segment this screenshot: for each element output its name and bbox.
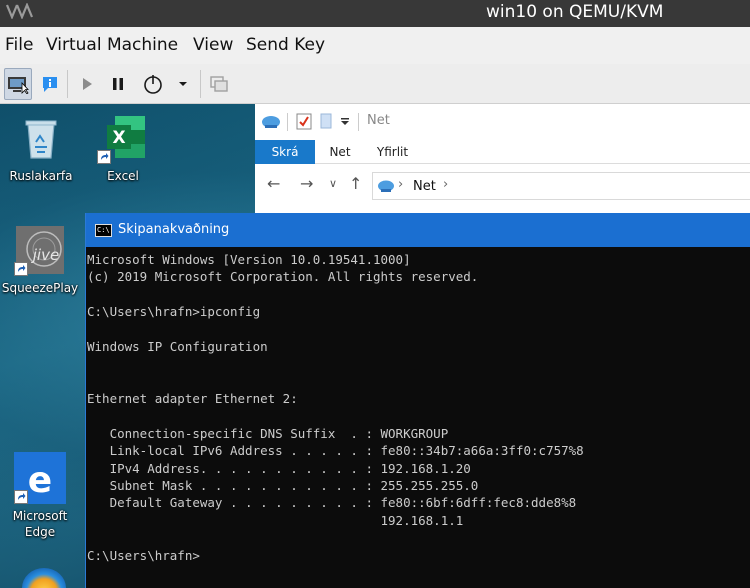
cmd-line: IPv4 Address. . . . . . . . . . . : 192.… xyxy=(87,460,471,476)
properties-icon[interactable] xyxy=(296,112,312,130)
tab-network[interactable]: Net xyxy=(320,140,360,164)
menu-file[interactable]: File xyxy=(5,35,33,55)
console-icon xyxy=(8,77,29,94)
shortcut-arrow-icon xyxy=(97,150,111,164)
details-icon xyxy=(43,77,57,92)
file-explorer-window: Net Skrá Net Yfirlit ← → ∨ ↑ › Net › xyxy=(255,104,750,214)
power-menu-button[interactable] xyxy=(171,68,195,100)
cmd-output[interactable]: Microsoft Windows [Version 10.0.19541.10… xyxy=(87,251,747,564)
edge-icon: e xyxy=(14,452,66,504)
breadcrumb-chevron-icon[interactable]: › xyxy=(443,177,448,192)
up-arrow-icon[interactable]: ↑ xyxy=(349,174,362,193)
cmd-line: Windows IP Configuration xyxy=(87,338,268,354)
cmd-line xyxy=(87,529,747,546)
shortcut-arrow-icon xyxy=(14,490,28,504)
desktop-icon-recycle-bin[interactable]: Ruslakarfa xyxy=(2,112,80,184)
play-button[interactable] xyxy=(73,68,101,100)
window-title: win10 on QEMU/KVM xyxy=(486,2,664,22)
cmd-title: Skipanakvaðning xyxy=(118,222,230,237)
desktop-icon-label: SqueezePlay xyxy=(1,281,79,295)
tab-view[interactable]: Yfirlit xyxy=(370,140,415,164)
svg-text:X: X xyxy=(112,128,125,148)
play-icon xyxy=(83,78,92,90)
cmd-line xyxy=(87,373,747,390)
cmd-line: C:\Users\hrafn>ipconfig xyxy=(87,304,261,320)
forward-arrow-icon[interactable]: → xyxy=(300,174,313,193)
power-button[interactable] xyxy=(139,68,167,100)
breadcrumb-chevron-icon[interactable]: › xyxy=(398,177,403,192)
cmd-icon: C:\ xyxy=(95,224,112,237)
network-icon xyxy=(262,116,280,128)
chevron-down-icon xyxy=(179,82,187,86)
cmd-line xyxy=(87,321,747,338)
console-button[interactable] xyxy=(4,68,32,100)
recycle-bin-icon xyxy=(15,112,67,164)
cmd-line: Connection-specific DNS Suffix . : WORKG… xyxy=(87,425,449,441)
cmd-line: C:\Users\hrafn> xyxy=(87,547,200,563)
desktop-icon-excel[interactable]: X Excel xyxy=(84,112,162,184)
pause-icon xyxy=(113,78,123,90)
back-arrow-icon[interactable]: ← xyxy=(267,174,280,193)
address-text: Net xyxy=(413,179,436,194)
desktop-icon-edge[interactable]: e Microsoft Edge xyxy=(1,452,79,540)
svg-text:jive: jive xyxy=(31,246,59,264)
explorer-titlebar: Net xyxy=(255,104,750,140)
pause-button[interactable] xyxy=(104,68,132,100)
cmd-line xyxy=(87,355,747,372)
screenshot-icon xyxy=(210,76,228,92)
cmd-line: Microsoft Windows [Version 10.0.19541.10… xyxy=(87,252,411,267)
cmd-line xyxy=(87,408,747,425)
host-titlebar: win10 on QEMU/KVM xyxy=(0,0,750,27)
menu-bar: File Virtual Machine View Send Key xyxy=(0,27,750,64)
menu-send-key[interactable]: Send Key xyxy=(246,35,325,55)
cmd-line: Default Gateway . . . . . . . . . : fe80… xyxy=(87,495,577,511)
cmd-line: Subnet Mask . . . . . . . . . . . : 255.… xyxy=(87,478,479,494)
desktop-icon-label: Ruslakarfa xyxy=(9,169,73,183)
squeezeplay-icon: jive xyxy=(14,224,66,276)
cmd-line: Link-local IPv6 Address . . . . . : fe80… xyxy=(87,443,584,459)
recent-locations-chevron-icon[interactable]: ∨ xyxy=(329,177,337,190)
explorer-title: Net xyxy=(367,113,390,128)
cmd-titlebar[interactable]: C:\ Skipanakvaðning xyxy=(86,213,750,247)
address-bar[interactable]: › Net › xyxy=(372,172,750,200)
cmd-line: (c) 2019 Microsoft Corporation. All righ… xyxy=(87,269,479,285)
power-icon xyxy=(144,75,162,94)
virt-manager-logo-icon xyxy=(6,3,34,19)
navigation-bar: ← → ∨ ↑ › Net › xyxy=(255,166,750,206)
shortcut-arrow-icon xyxy=(14,262,28,276)
ribbon-tabs: Skrá Net Yfirlit xyxy=(255,140,750,164)
quick-access-dropdown-icon[interactable] xyxy=(340,118,350,126)
cmd-line: 192.168.1.1 xyxy=(87,512,464,528)
titlebar-separator xyxy=(358,113,359,131)
screenshot-button[interactable] xyxy=(205,68,233,100)
tab-file[interactable]: Skrá xyxy=(255,140,315,164)
command-prompt-window[interactable]: C:\ Skipanakvaðning Microsoft Windows [V… xyxy=(85,213,750,588)
excel-icon: X xyxy=(97,112,149,164)
svg-text:e: e xyxy=(28,460,52,501)
new-folder-icon[interactable] xyxy=(319,112,333,130)
menu-view[interactable]: View xyxy=(193,35,233,55)
cmd-line: Ethernet adapter Ethernet 2: xyxy=(87,391,298,407)
titlebar-separator xyxy=(287,113,288,131)
desktop-icon-label: Microsoft Edge xyxy=(12,509,68,539)
desktop-icon-partial[interactable] xyxy=(22,568,66,588)
toolbar-separator xyxy=(200,70,201,98)
toolbar-separator xyxy=(67,70,68,98)
network-icon xyxy=(378,180,394,192)
toolbar xyxy=(0,64,750,104)
desktop-icon-label: Excel xyxy=(107,169,139,183)
cmd-line xyxy=(87,286,747,303)
desktop-icon-squeezeplay[interactable]: jive SqueezePlay xyxy=(1,224,79,296)
guest-desktop: Ruslakarfa X Excel jive SqueezePlay e Mi… xyxy=(0,104,750,588)
details-button[interactable] xyxy=(36,68,64,100)
menu-virtual-machine[interactable]: Virtual Machine xyxy=(46,35,178,55)
